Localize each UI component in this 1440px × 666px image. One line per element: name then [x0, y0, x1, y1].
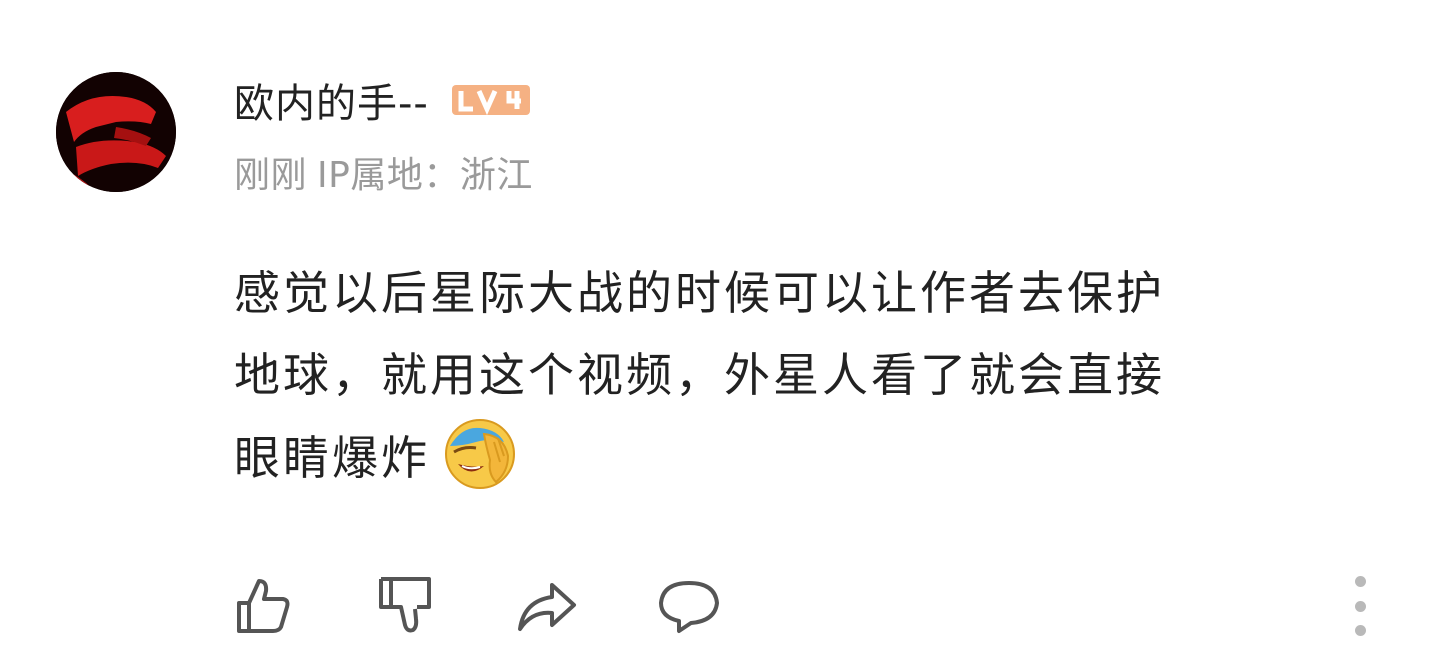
- content-line-3-text: 眼睛爆炸: [234, 431, 430, 485]
- share-icon: [518, 583, 576, 631]
- content-line-1: 感觉以后星际大战的时候可以让作者去保护: [234, 266, 1165, 320]
- reply-icon: [659, 581, 719, 633]
- more-vertical-icon-dot: [1354, 600, 1366, 612]
- username-row: 欧内的手--: [234, 72, 531, 128]
- dislike-button[interactable]: [372, 572, 438, 638]
- thumbs-down-icon: [379, 577, 431, 633]
- content-line-2: 地球，就用这个视频，外星人看了就会直接: [234, 348, 1165, 402]
- content-line-3: 眼睛爆炸: [234, 416, 1384, 499]
- thumbs-up-icon: [237, 579, 290, 633]
- username[interactable]: 欧内的手--: [234, 71, 429, 129]
- comment-content: 感觉以后星际大战的时候可以让作者去保护 地球，就用这个视频，外星人看了就会直接 …: [234, 252, 1384, 499]
- more-vertical-icon: [1354, 576, 1366, 587]
- level-badge-icon: [451, 85, 530, 116]
- facepalm-laughing-emoji: [442, 416, 518, 492]
- more-options-button[interactable]: [1340, 576, 1380, 636]
- reply-button[interactable]: [656, 572, 722, 638]
- avatar[interactable]: [56, 72, 176, 192]
- like-button[interactable]: [230, 572, 296, 638]
- comment-meta: 刚刚 IP属地：浙江: [234, 146, 533, 198]
- comment-item: 欧内的手-- 刚刚 IP属地：浙江 感觉以后星际大战的时候可以让作者去保护 地球，…: [0, 0, 1440, 666]
- comment-time: 刚刚: [234, 155, 308, 196]
- more-vertical-icon-dot: [1354, 625, 1366, 636]
- level-badge: [451, 83, 531, 117]
- ip-location: IP属地：浙江: [317, 155, 533, 196]
- share-button[interactable]: [514, 572, 580, 638]
- comment-actions: [230, 572, 722, 638]
